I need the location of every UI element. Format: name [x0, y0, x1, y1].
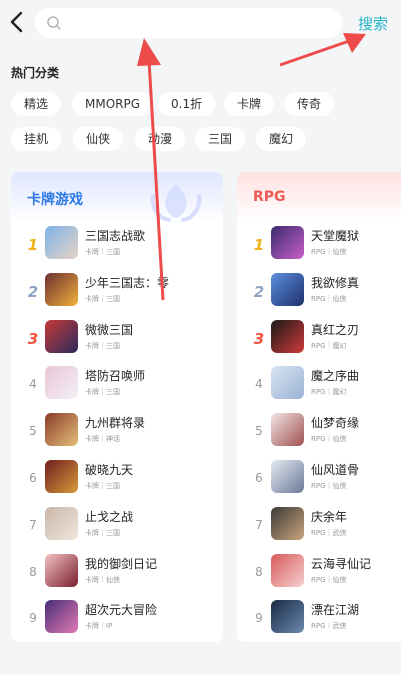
arrow-head	[137, 38, 161, 66]
arrow-line	[147, 59, 165, 301]
arrow-line	[279, 38, 353, 67]
annotation-arrows	[137, 33, 366, 301]
